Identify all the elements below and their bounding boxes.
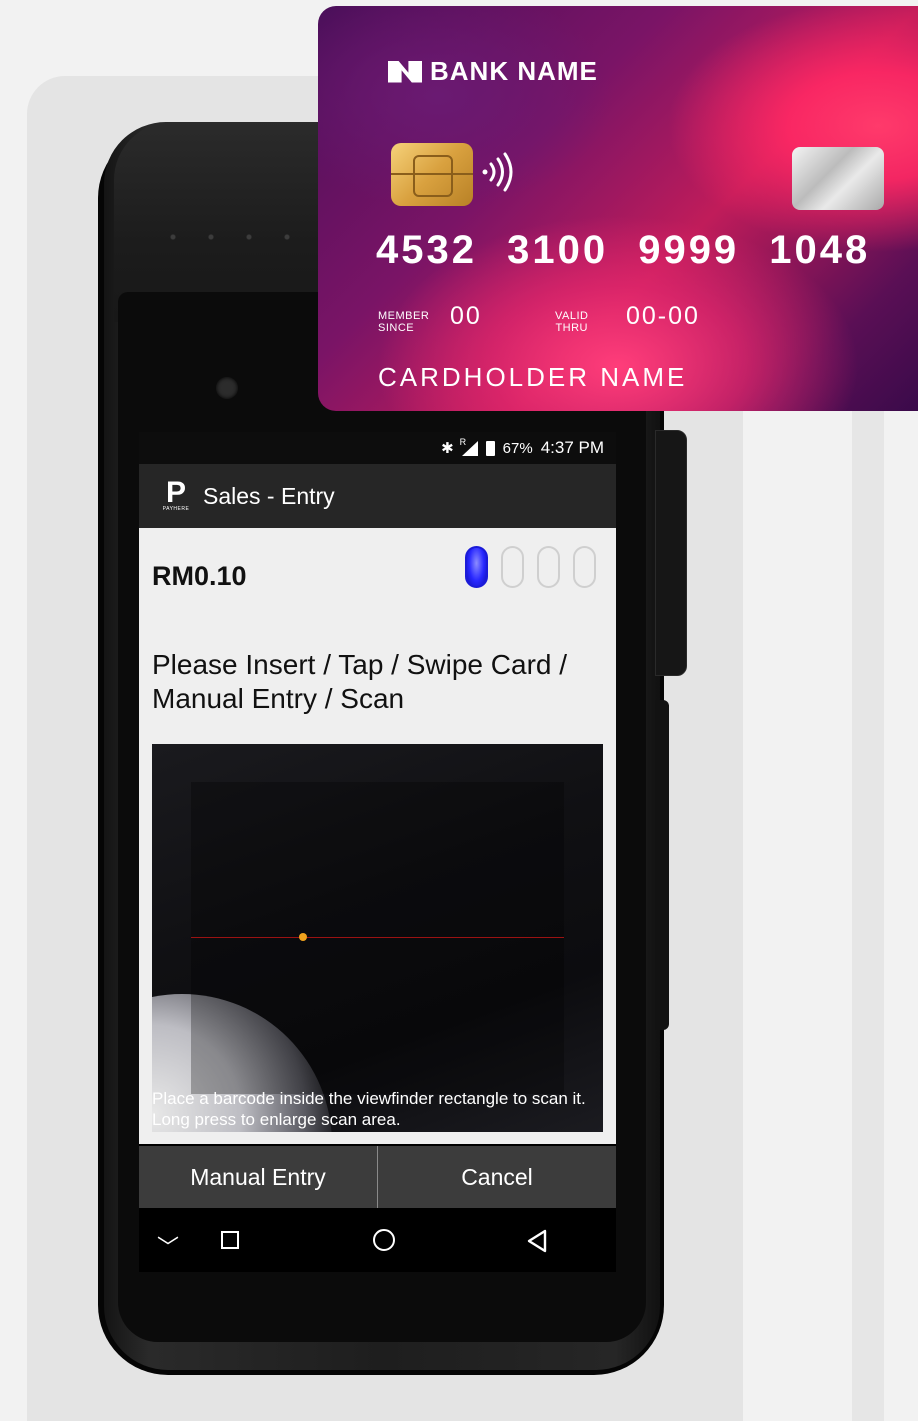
member-since-value: 00 (450, 302, 482, 330)
hide-keyboard-icon[interactable]: ﹀ (157, 1230, 179, 1262)
progress-step-2 (501, 546, 524, 588)
member-since-label: MEMBER SINCE (378, 310, 429, 334)
home-icon[interactable] (373, 1229, 395, 1251)
member-since-label-line1: MEMBER (378, 310, 430, 322)
side-strip (852, 410, 884, 1421)
action-buttons: Manual Entry Cancel (139, 1146, 616, 1208)
payment-instruction: Please Insert / Tap / Swipe Card / Manua… (152, 649, 568, 714)
back-icon[interactable] (525, 1229, 549, 1258)
valid-thru-label: VALID THRU (555, 310, 588, 334)
device-screen: ✱ R 67% 4:37 PM P PAYHERE Sales - Entry … (139, 432, 616, 1272)
cardholder-name: CARDHOLDER NAME (378, 362, 688, 392)
bank-logo-icon (388, 60, 422, 83)
scanner-hint: Place a barcode inside the viewfinder re… (152, 1089, 586, 1129)
logo-text: PAYHERE (162, 506, 190, 512)
roaming-indicator: R (459, 436, 467, 447)
side-button (655, 430, 687, 676)
card-number: 4532 3100 9999 1048 (376, 228, 871, 272)
side-edge (655, 700, 669, 1030)
signal-icon: R (460, 437, 478, 456)
app-bar: P PAYHERE Sales - Entry (139, 464, 616, 528)
valid-thru-label-line2: THRU (555, 322, 589, 334)
android-nav-bar: ﹀ (139, 1208, 616, 1272)
emv-chip-icon (391, 143, 473, 206)
member-since-label-line2: SINCE (378, 322, 415, 334)
battery-icon (485, 440, 495, 456)
status-time: 4:37 PM (540, 438, 604, 457)
progress-step-3 (537, 546, 560, 588)
page-title: Sales - Entry (203, 482, 335, 509)
progress-step-1 (465, 546, 488, 588)
valid-thru-label-line1: VALID (555, 310, 589, 322)
cancel-button[interactable]: Cancel (377, 1146, 616, 1208)
hologram-icon (792, 147, 884, 210)
valid-thru-value: 00-00 (626, 302, 700, 330)
logo-letter: P (165, 476, 186, 509)
bank-brand: BANK NAME (388, 56, 598, 87)
manual-entry-button[interactable]: Manual Entry (139, 1146, 377, 1208)
bluetooth-icon: ✱ (441, 440, 454, 457)
bank-name: BANK NAME (430, 56, 598, 86)
status-bar: ✱ R 67% 4:37 PM (139, 432, 616, 464)
payhere-logo: P PAYHERE (161, 476, 191, 513)
scan-line (191, 937, 564, 938)
progress-step-4 (573, 546, 596, 588)
scan-frame (191, 782, 564, 1094)
barcode-viewfinder[interactable]: Place a barcode inside the viewfinder re… (152, 744, 603, 1132)
sales-entry-content: RM0.10 Please Insert / Tap / Swipe Card … (139, 528, 616, 1144)
amount-display: RM0.10 (152, 561, 247, 591)
recent-apps-icon[interactable] (221, 1231, 239, 1249)
front-camera (216, 377, 238, 399)
scan-dot (299, 933, 307, 941)
contactless-icon (481, 151, 515, 202)
progress-steps (465, 546, 596, 588)
battery-percent: 67% (502, 439, 533, 457)
credit-card: BANK NAME 4532 3100 9999 1048 MEMBER SIN… (318, 6, 918, 411)
